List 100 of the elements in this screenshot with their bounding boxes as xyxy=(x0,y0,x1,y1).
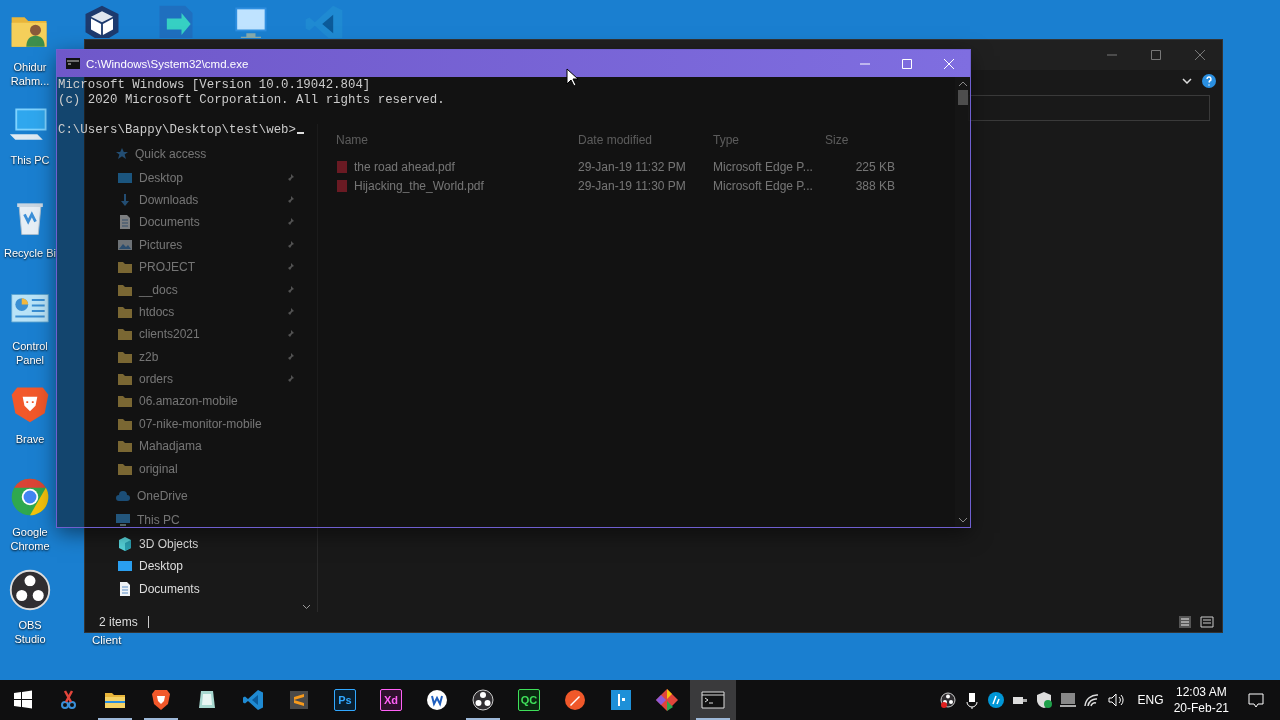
icon-label: Client xyxy=(92,634,122,646)
app-tile-icon: QC xyxy=(518,689,540,711)
file-date: 29-Jan-19 11:30 PM xyxy=(578,178,687,193)
obs-icon[interactable] xyxy=(8,568,52,612)
clock-date[interactable]: 20-Feb-21 xyxy=(1173,700,1229,716)
column-header[interactable]: Type xyxy=(713,133,825,147)
document-icon xyxy=(117,214,133,231)
console-output: (c) 2020 Microsoft Corporation. All rights reserved. xyxy=(58,93,445,107)
details-view-icon[interactable] xyxy=(1178,615,1192,629)
maximize-icon[interactable] xyxy=(1151,50,1161,60)
nav-item[interactable]: htdocs xyxy=(85,300,317,324)
obs-icon[interactable] xyxy=(938,691,957,709)
file-name[interactable]: the road ahead.pdf xyxy=(354,159,455,174)
nav-item[interactable]: OneDrive xyxy=(85,484,317,508)
app-tile-icon: Xd xyxy=(380,689,402,711)
pen-circle-icon xyxy=(563,688,587,712)
column-header[interactable]: Size xyxy=(825,133,895,147)
window-title: C:\Windows\System32\cmd.exe xyxy=(86,57,250,70)
search-field[interactable] xyxy=(968,95,1210,121)
picture-icon xyxy=(117,237,133,252)
round-logo-icon[interactable] xyxy=(986,691,1005,709)
nav-item[interactable]: Downloads xyxy=(85,188,317,212)
text-cursor xyxy=(296,132,304,134)
clock-time[interactable]: 12:03 AM xyxy=(1175,684,1227,700)
s-tile-icon xyxy=(287,688,311,712)
taskbar-button[interactable]: Ps xyxy=(322,680,368,720)
scroll-up-icon[interactable] xyxy=(958,81,967,86)
scroll-down-icon[interactable] xyxy=(958,518,967,523)
square-tile-icon xyxy=(609,688,633,712)
scroll-down-icon[interactable] xyxy=(302,604,311,610)
command-prompt: C:\Users\Bappy\Desktop\test\web> xyxy=(58,123,296,137)
file-type: Microsoft Edge P... xyxy=(713,159,814,174)
star-icon xyxy=(115,147,129,162)
terminal-icon xyxy=(701,688,725,712)
icon-label: Recycle Bi xyxy=(4,246,56,260)
icon-label: Google Chrome xyxy=(9,525,51,553)
folder-icon xyxy=(117,372,133,387)
nav-item[interactable]: Pictures xyxy=(85,233,317,256)
file-name[interactable]: Hijacking_the_World.pdf xyxy=(354,178,484,193)
folder-icon xyxy=(117,327,133,342)
taskbar-button[interactable]: Xd xyxy=(368,680,414,720)
language-indicator[interactable]: ENG xyxy=(1137,693,1164,707)
nav-item[interactable]: __docs xyxy=(85,278,317,301)
nav-item[interactable]: 3D Objects xyxy=(85,532,317,556)
pdf-file-icon xyxy=(336,178,348,193)
nav-item[interactable]: 07-nike-monitor-mobile xyxy=(85,412,317,436)
nav-item[interactable]: original xyxy=(85,457,317,480)
file-date: 29-Jan-19 11:32 PM xyxy=(578,159,687,174)
nav-item[interactable]: Desktop xyxy=(85,555,317,578)
folder-icon xyxy=(117,461,133,476)
nav-item[interactable]: Desktop xyxy=(85,166,317,189)
help-icon[interactable] xyxy=(1202,74,1216,88)
item-count: 2 items xyxy=(99,615,138,629)
cube-icon xyxy=(117,535,133,552)
nav-item[interactable]: clients2021 xyxy=(85,323,317,346)
folder-icon xyxy=(117,349,133,364)
console-output: Microsoft Windows [Version 10.0.19042.804] xyxy=(58,78,371,92)
nav-item[interactable]: Mahadjama xyxy=(85,435,317,458)
nav-item[interactable]: Quick access xyxy=(85,143,317,166)
console-icon xyxy=(66,58,80,69)
taskbar-button[interactable]: QC xyxy=(506,680,552,720)
folder-icon xyxy=(117,439,133,454)
tiles-view-icon[interactable] xyxy=(1200,615,1214,629)
folder-icon xyxy=(117,260,133,275)
nav-item[interactable]: Documents xyxy=(85,211,317,234)
file-size: 388 KB xyxy=(854,178,895,193)
computer-icon xyxy=(115,513,131,528)
scrollbar-thumb[interactable] xyxy=(957,90,968,105)
nav-item[interactable]: Documents xyxy=(85,577,317,600)
code-editor-icon xyxy=(241,688,265,712)
file-type: Microsoft Edge P... xyxy=(713,178,814,193)
folder-icon xyxy=(117,416,133,431)
chevron-down-icon[interactable] xyxy=(1182,78,1192,84)
nav-item[interactable]: z2b xyxy=(85,345,317,368)
volume-icon[interactable] xyxy=(1106,691,1125,709)
folder-icon xyxy=(117,282,133,297)
display-icon[interactable] xyxy=(1058,691,1077,709)
column-header[interactable]: Date modified xyxy=(578,133,713,147)
nav-item[interactable]: 06.amazon-mobile xyxy=(85,390,317,413)
desktop-icon xyxy=(117,170,133,185)
icon-label: Ohidur Rahm... xyxy=(9,60,51,88)
close-icon[interactable] xyxy=(1195,50,1205,60)
column-header[interactable]: Name xyxy=(336,133,578,147)
icon-label: Brave xyxy=(14,432,46,446)
shield-icon[interactable] xyxy=(1034,691,1053,709)
pdf-file-icon xyxy=(336,159,348,174)
notification-icon[interactable] xyxy=(1247,691,1265,709)
mouse-pointer-icon xyxy=(566,68,578,87)
nav-item[interactable]: This PC xyxy=(85,509,317,532)
nav-item[interactable]: PROJECT xyxy=(85,255,317,279)
taskbar-button[interactable] xyxy=(690,680,736,720)
icon-label: This PC xyxy=(9,153,51,167)
folder-icon xyxy=(117,304,133,319)
desktop-icon xyxy=(117,559,133,574)
folder-icon xyxy=(117,394,133,409)
diamond-icon xyxy=(655,688,679,712)
wifi-icon[interactable] xyxy=(1082,691,1101,709)
lion-shield-icon xyxy=(149,688,173,712)
nav-item[interactable]: orders xyxy=(85,367,317,391)
obs-icon xyxy=(471,688,495,712)
